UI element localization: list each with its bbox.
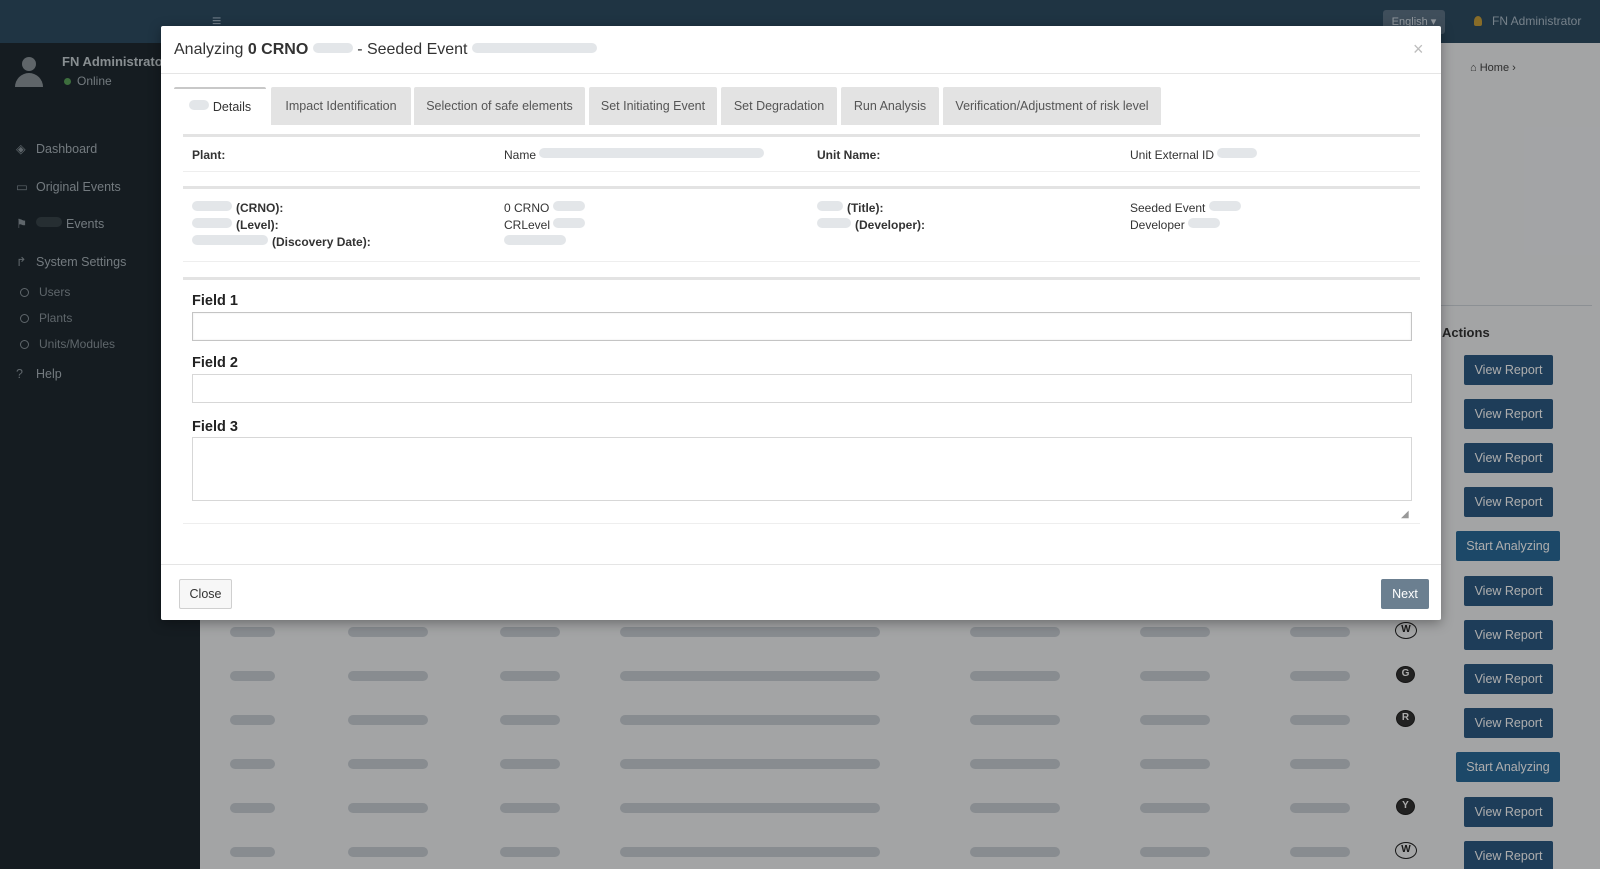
plant-label: Plant: bbox=[192, 148, 226, 162]
tab-set-degradation[interactable]: Set Degradation bbox=[721, 87, 837, 125]
details-form: Field 1 Field 2 Field 3 ◢ bbox=[183, 277, 1420, 524]
level-value: CRLevel bbox=[504, 218, 586, 232]
tab-impact-identification[interactable]: Impact Identification bbox=[271, 87, 411, 125]
field-3-textarea[interactable] bbox=[192, 437, 1412, 501]
resize-handle-icon[interactable]: ◢ bbox=[1401, 509, 1409, 520]
developer-label: (Developer): bbox=[817, 218, 925, 232]
field-3-label: Field 3 bbox=[192, 419, 238, 435]
field-2-input[interactable] bbox=[192, 374, 1412, 403]
modal-close-icon[interactable]: × bbox=[1413, 39, 1424, 60]
crno-value: 0 CRNO bbox=[504, 201, 585, 215]
field-2-label: Field 2 bbox=[192, 355, 238, 371]
modal-header: Analyzing 0 CRNO - Seeded Event × bbox=[161, 26, 1441, 74]
name-label: Name bbox=[504, 148, 765, 162]
tab-run-analysis[interactable]: Run Analysis bbox=[841, 87, 939, 125]
developer-value: Developer bbox=[1130, 218, 1221, 232]
next-button[interactable]: Next bbox=[1381, 579, 1429, 609]
tab-set-initiating-event[interactable]: Set Initiating Event bbox=[589, 87, 717, 125]
close-button[interactable]: Close bbox=[179, 579, 232, 609]
modal-title: Analyzing 0 CRNO - Seeded Event bbox=[174, 41, 597, 59]
modal-tabs: Details Impact Identification Selection … bbox=[174, 87, 1428, 126]
crno-label: (CRNO): bbox=[192, 201, 283, 215]
discovery-date-value bbox=[504, 235, 566, 249]
event-info-panel: (CRNO): (Level): (Discovery Date): 0 CRN… bbox=[183, 186, 1420, 262]
unit-external-id-label: Unit External ID bbox=[1130, 148, 1258, 162]
tab-verification-adjustment[interactable]: Verification/Adjustment of risk level bbox=[943, 87, 1161, 125]
field-1-input[interactable] bbox=[192, 312, 1412, 341]
unit-name-label: Unit Name: bbox=[817, 148, 881, 162]
level-label: (Level): bbox=[192, 218, 279, 232]
modal-footer: Close Next bbox=[161, 564, 1441, 620]
analysis-modal: Analyzing 0 CRNO - Seeded Event × Detail… bbox=[161, 26, 1441, 620]
discovery-date-label: (Discovery Date): bbox=[192, 235, 371, 249]
tab-selection-of-safe-elements[interactable]: Selection of safe elements bbox=[414, 87, 585, 125]
title-value: Seeded Event bbox=[1130, 201, 1241, 215]
title-label: (Title): bbox=[817, 201, 883, 215]
field-1-label: Field 1 bbox=[192, 293, 238, 309]
tab-details[interactable]: Details bbox=[174, 87, 266, 126]
unit-info-panel: Plant: Name Unit Name: Unit External ID bbox=[183, 134, 1420, 172]
